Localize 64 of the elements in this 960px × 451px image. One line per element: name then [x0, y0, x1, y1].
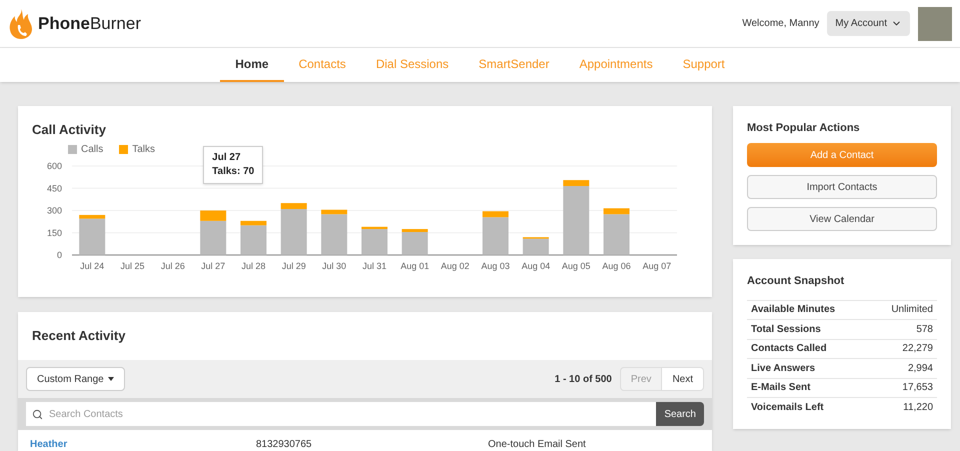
contact-name-link[interactable]: Heather [30, 439, 256, 451]
search-button[interactable]: Search [656, 402, 704, 426]
nav-tab[interactable]: Contacts [284, 48, 361, 82]
stat-value: Unlimited [891, 303, 933, 318]
stat-value: 17,653 [902, 381, 933, 396]
card-title: Call Activity [32, 121, 107, 139]
legend-label: Talks [132, 142, 156, 156]
legend-label: Calls [81, 142, 104, 156]
x-tick-label: Aug 07 [642, 261, 672, 271]
stat-value: 11,220 [903, 400, 933, 415]
x-tick-label: Aug 04 [522, 261, 550, 271]
y-tick-label: 450 [46, 183, 62, 194]
x-tick-label: Aug 05 [562, 261, 590, 271]
x-tick-label: Jul 29 [282, 261, 306, 271]
nav-tab[interactable]: Dial Sessions [360, 48, 464, 82]
pagination-text: 1 - 10 of 500 [554, 372, 612, 386]
x-tick-label: Jul 27 [201, 261, 226, 271]
nav-tab[interactable]: Support [668, 48, 740, 82]
y-tick-label: 150 [46, 228, 62, 238]
chart-tooltip: Jul 27 Talks: 70 [203, 146, 264, 184]
y-tick-label: 0 [56, 250, 62, 260]
nav-tab[interactable]: Home [220, 48, 284, 82]
search-input[interactable]: Search Contacts [49, 406, 650, 422]
nav-tab[interactable]: SmartSender [464, 48, 564, 82]
x-tick-label: Jul 31 [362, 261, 387, 271]
phone-cell-text: 8132930765 [256, 439, 313, 451]
flame-logo-icon [8, 8, 34, 40]
x-tick-label: Jul 28 [241, 261, 266, 271]
x-tick-label: Jul 26 [160, 261, 185, 271]
stat-label: Voicemails Left [751, 400, 824, 415]
x-tick-label: Jul 24 [80, 261, 104, 271]
custom-range-dropdown[interactable]: Custom Range [26, 367, 125, 391]
search-icon [32, 408, 43, 420]
x-tick-label: Aug 03 [481, 261, 510, 271]
stat-label: Total Sessions [751, 322, 821, 337]
x-tick-label: Aug 06 [602, 261, 631, 271]
card-title: Most Popular Actions [747, 121, 861, 135]
stat-value: 22,279 [902, 342, 933, 356]
x-tick-label: Aug 02 [440, 261, 470, 271]
nav-tab[interactable]: Appointments [564, 48, 668, 82]
x-tick-label: Aug 01 [400, 261, 430, 271]
my-account-button[interactable]: My Account [827, 11, 910, 36]
y-tick-label: 300 [46, 206, 62, 216]
card-title: Account Snapshot [747, 274, 846, 289]
search-contacts-field[interactable]: Search Contacts [26, 402, 656, 426]
stat-label: Contacts Called [751, 342, 827, 356]
avatar-placeholder [918, 6, 952, 40]
x-tick-label: Jul 30 [322, 261, 346, 271]
caret-icon [108, 377, 114, 381]
stat-value: 2,994 [908, 362, 933, 376]
action-button[interactable]: Add a Contact [747, 143, 937, 167]
card-title: Recent Activity [32, 327, 126, 346]
x-tick-label: Jul 25 [120, 261, 145, 271]
next-button[interactable]: Next [662, 367, 704, 391]
action-button[interactable]: Import Contacts [747, 175, 937, 199]
welcome-text: Welcome, Manny [742, 17, 820, 31]
brand-logo-text: PhoneBurner [38, 12, 141, 35]
y-tick-label: 600 [46, 161, 62, 171]
stat-label: E-Mails Sent [751, 381, 810, 396]
stat-label: Live Answers [751, 362, 816, 376]
action-button[interactable]: View Calendar [747, 207, 937, 231]
stat-label: Available Minutes [751, 303, 836, 318]
stat-value: 578 [916, 322, 933, 337]
activity-cell: One-touch Email Sent [488, 439, 586, 451]
